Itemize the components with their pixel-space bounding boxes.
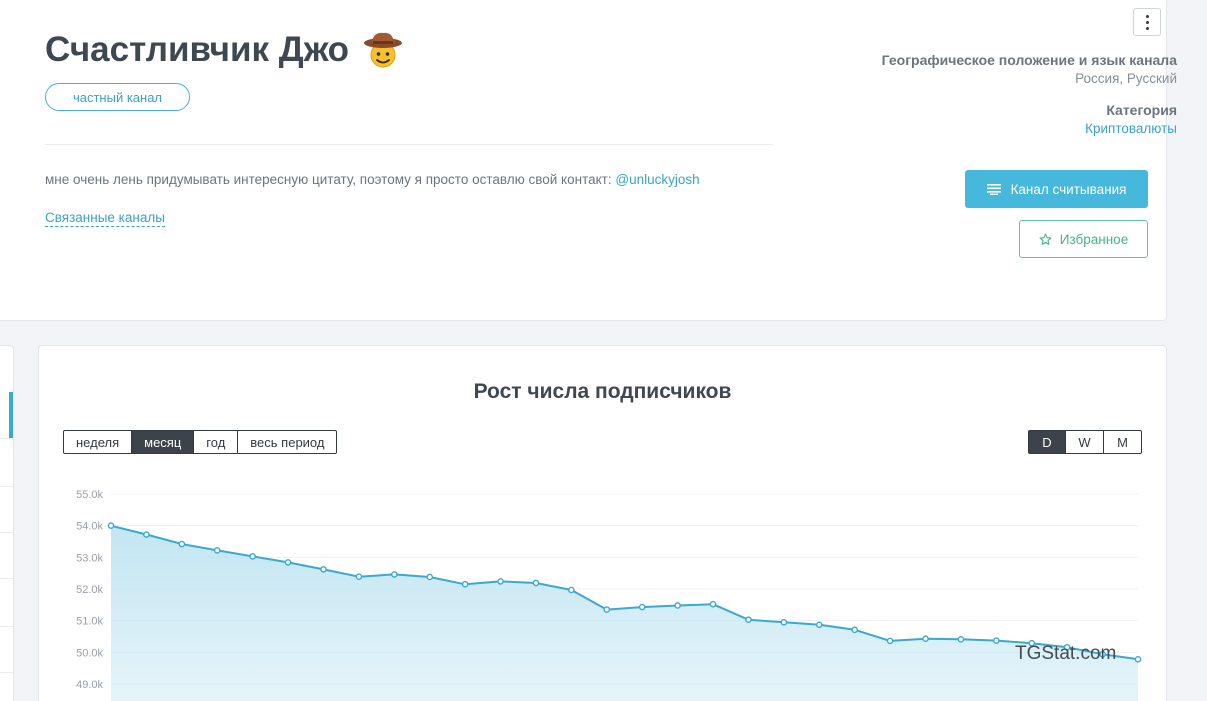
sidebar-divider (0, 532, 13, 533)
data-point (957, 636, 965, 643)
data-point (1134, 655, 1142, 663)
header-divider (45, 144, 773, 145)
granularity-button[interactable]: D (1028, 430, 1066, 454)
data-point (143, 531, 150, 538)
favorite-button-label: Избранное (1059, 231, 1129, 247)
data-point (320, 566, 327, 573)
y-tick-label: 53.0k (76, 552, 103, 564)
sidebar-divider (0, 486, 13, 487)
data-point (391, 571, 398, 578)
y-tick-label: 52.0k (76, 584, 103, 596)
data-point (709, 600, 717, 608)
data-point (851, 626, 858, 634)
geo-value: Россия, Русский (1075, 71, 1177, 86)
y-tick-label: 51.0k (76, 616, 103, 628)
channel-title-text: Счастливчик Джо (45, 30, 350, 69)
granularity-selector: DWM (1028, 430, 1142, 454)
channel-description: мне очень лень придумывать интересную ци… (45, 172, 700, 187)
y-tick-label: 54.0k (76, 521, 103, 533)
data-point (886, 637, 894, 645)
data-point (178, 540, 186, 548)
tgstat-watermark: TGStat.com (1015, 643, 1117, 664)
star-icon (1039, 233, 1052, 245)
data-point (107, 522, 115, 529)
data-point (780, 618, 788, 626)
granularity-button[interactable]: M (1104, 430, 1142, 454)
period-selector: неделя месяц год весь период (63, 430, 338, 454)
private-channel-badge: частный канал (45, 83, 190, 111)
data-point (213, 547, 221, 554)
category-link[interactable]: Криптовалюты (1085, 121, 1177, 136)
category-block: Категория Криптовалюты (1085, 102, 1177, 136)
geo-label: Географическое положение и язык канала (881, 52, 1177, 68)
related-channels-link[interactable]: Связанные каналы (45, 210, 165, 227)
chart-title: Рост числа подписчиков (473, 380, 732, 403)
series-area (111, 525, 1138, 701)
read-channel-button[interactable]: Канал считывания (965, 170, 1148, 208)
list-icon (986, 184, 1001, 195)
cowboy-emoji-icon (364, 32, 403, 68)
data-point (249, 553, 256, 560)
sidebar-active-indicator (9, 392, 13, 438)
sidebar-divider (0, 438, 13, 439)
left-sidebar-panel (0, 345, 14, 701)
data-point (532, 579, 540, 587)
favorite-button[interactable]: Избранное (1019, 220, 1148, 258)
data-point (922, 635, 929, 643)
sidebar-divider (0, 672, 13, 673)
data-point (497, 578, 504, 585)
data-point (284, 559, 292, 566)
period-button[interactable]: месяц (132, 430, 195, 454)
read-button-label: Канал считывания (1010, 181, 1127, 197)
data-point (568, 586, 575, 594)
geo-block: Географическое положение и язык канала Р… (882, 52, 1177, 86)
dot-icon (1145, 20, 1149, 24)
data-point (638, 603, 646, 611)
channel-title: Счастливчик Джо (45, 30, 403, 70)
data-point (426, 573, 434, 581)
data-point (603, 606, 611, 613)
dot-icon (1145, 26, 1149, 30)
data-point (993, 637, 1000, 644)
y-tick-label: 49.0k (76, 679, 103, 691)
period-button[interactable]: неделя (63, 430, 133, 454)
y-tick-label: 50.0k (76, 647, 103, 659)
dot-icon (1145, 14, 1149, 18)
sidebar-divider (0, 578, 13, 579)
y-tick-label: 55.0k (76, 489, 103, 501)
category-label: Категория (1106, 102, 1177, 118)
data-point (461, 580, 469, 588)
subscribers-chart: 55.0k 54.0k 53.0k 52.0k 51.0k 50.0k 49.0k (76, 489, 1142, 701)
data-point (674, 602, 681, 609)
subscribers-chart-card: Рост числа подписчиков неделя месяц год вес… (38, 345, 1167, 701)
data-point (745, 616, 752, 624)
granularity-button[interactable]: W (1066, 430, 1104, 454)
more-options-button[interactable] (1133, 8, 1161, 36)
description-text: мне очень лень придумывать интересную ци… (45, 172, 612, 187)
period-button[interactable]: весь период (238, 430, 338, 454)
data-point (355, 573, 363, 580)
contact-link[interactable]: @unluckyjosh (615, 172, 699, 187)
period-button[interactable]: год (194, 430, 239, 454)
sidebar-divider (0, 626, 13, 627)
data-point (815, 621, 823, 629)
